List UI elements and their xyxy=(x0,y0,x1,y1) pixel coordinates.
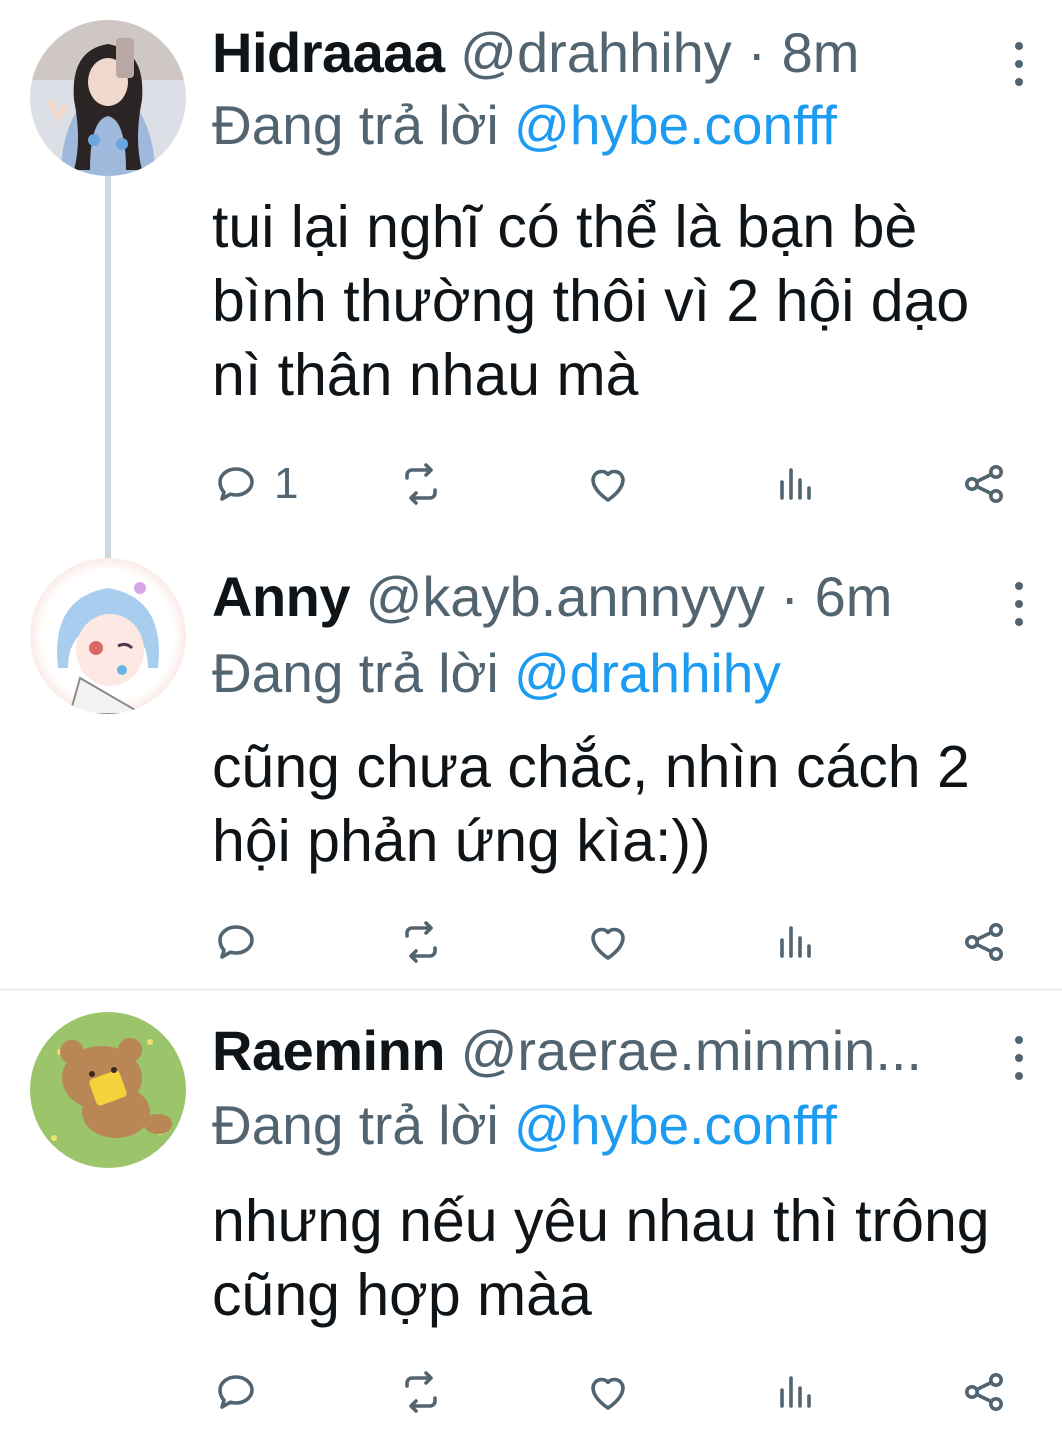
author-handle[interactable]: @kayb.annnyyy xyxy=(366,565,765,628)
separator-dot: · xyxy=(747,21,767,84)
heart-icon xyxy=(591,927,625,960)
author-handle[interactable]: @drahhihy xyxy=(460,21,732,84)
author-handle[interactable]: @raerae.minmin... xyxy=(461,1019,922,1082)
more-options-icon[interactable] xyxy=(1006,1036,1032,1080)
tweet-timestamp[interactable]: 6m xyxy=(815,565,893,628)
author-name[interactable]: Raeminn xyxy=(212,1019,446,1082)
avatar-anny[interactable] xyxy=(30,558,186,714)
tweet-text-line: bình thường thôi vì 2 hội dạo xyxy=(212,268,970,334)
replying-mention[interactable]: @hybe.confff xyxy=(514,1094,837,1156)
tweet-timestamp[interactable]: 8m xyxy=(782,21,860,84)
separator-dot: · xyxy=(780,565,800,628)
replying-to-line: Đang trả lời @drahhihy xyxy=(212,640,781,706)
retweet-button[interactable] xyxy=(397,1364,445,1420)
replying-mention[interactable]: @hybe.confff xyxy=(514,94,837,156)
tweet-actions xyxy=(212,1364,1012,1420)
views-button[interactable] xyxy=(772,1364,820,1420)
share-icon xyxy=(965,1373,1003,1411)
tweet-text-line: nhưng nếu yêu nhau thì trông xyxy=(212,1188,990,1254)
views-icon xyxy=(780,1376,811,1408)
share-button[interactable] xyxy=(960,456,1008,512)
views-button[interactable] xyxy=(772,914,820,970)
retweet-icon xyxy=(405,921,437,963)
tweet-text: nhưng nếu yêu nhau thì trông cũng hợp mà… xyxy=(212,1184,1032,1332)
retweet-button[interactable] xyxy=(397,914,445,970)
views-icon xyxy=(780,468,811,500)
tweet-text-line: hội phản ứng kìa:)) xyxy=(212,808,711,874)
reply-button[interactable] xyxy=(212,914,274,970)
tweet-2[interactable]: Anny @kayb.annnyyy · 6m Đang trả lời @dr… xyxy=(0,558,1062,978)
replying-to-line: Đang trả lời @hybe.confff xyxy=(212,1092,837,1158)
replying-prefix: Đang trả lời xyxy=(212,642,499,704)
reply-icon xyxy=(218,925,254,959)
share-button[interactable] xyxy=(960,1364,1008,1420)
tweet-header: Anny @kayb.annnyyy · 6m xyxy=(212,564,1002,630)
author-name[interactable]: Anny xyxy=(212,565,351,628)
like-button[interactable] xyxy=(584,1364,632,1420)
share-icon xyxy=(965,923,1003,961)
reply-count: 1 xyxy=(274,459,299,508)
author-name[interactable]: Hidraaaa xyxy=(212,21,445,84)
replying-prefix: Đang trả lời xyxy=(212,1094,499,1156)
retweet-icon xyxy=(405,1371,437,1413)
more-options-icon[interactable] xyxy=(1006,582,1032,626)
replying-to-line: Đang trả lời @hybe.confff xyxy=(212,92,837,158)
tweet-text-line: nì thân nhau mà xyxy=(212,342,639,408)
reply-icon xyxy=(218,1375,254,1409)
like-button[interactable] xyxy=(584,914,632,970)
reply-icon xyxy=(218,467,254,501)
avatar-hidraaaa[interactable] xyxy=(30,20,186,176)
tweet-text-line: cũng chưa chắc, nhìn cách 2 xyxy=(212,734,970,800)
heart-icon xyxy=(591,469,625,502)
views-button[interactable] xyxy=(772,456,820,512)
reply-button[interactable] xyxy=(212,1364,274,1420)
reply-button[interactable]: 1 xyxy=(212,456,298,512)
retweet-button[interactable] xyxy=(397,456,445,512)
tweet-divider xyxy=(0,988,1062,991)
tweet-text: cũng chưa chắc, nhìn cách 2 hội phản ứng… xyxy=(212,730,1032,878)
replying-prefix: Đang trả lời xyxy=(212,94,499,156)
like-button[interactable] xyxy=(584,456,632,512)
tweet-actions xyxy=(212,914,1012,970)
tweet-header: Raeminn @raerae.minmin... xyxy=(212,1018,1002,1084)
retweet-icon xyxy=(405,463,437,505)
tweet-actions: 1 xyxy=(212,456,1012,512)
tweet-1[interactable]: Hidraaaa @drahhihy · 8m Đang trả lời @hy… xyxy=(0,20,1062,520)
views-icon xyxy=(780,926,811,958)
avatar-raeminn[interactable] xyxy=(30,1012,186,1168)
tweet-text-line: tui lại nghĩ có thể là bạn bè xyxy=(212,194,918,260)
tweet-text: tui lại nghĩ có thể là bạn bè bình thườn… xyxy=(212,190,1032,412)
share-button[interactable] xyxy=(960,914,1008,970)
tweet-header: Hidraaaa @drahhihy · 8m xyxy=(212,20,1002,86)
more-options-icon[interactable] xyxy=(1006,42,1032,86)
share-icon xyxy=(965,465,1003,503)
tweet-text-line: cũng hợp màa xyxy=(212,1262,592,1328)
tweet-3[interactable]: Raeminn @raerae.minmin... Đang trả lời @… xyxy=(0,1012,1062,1432)
replying-mention[interactable]: @drahhihy xyxy=(514,642,781,704)
heart-icon xyxy=(591,1377,625,1410)
